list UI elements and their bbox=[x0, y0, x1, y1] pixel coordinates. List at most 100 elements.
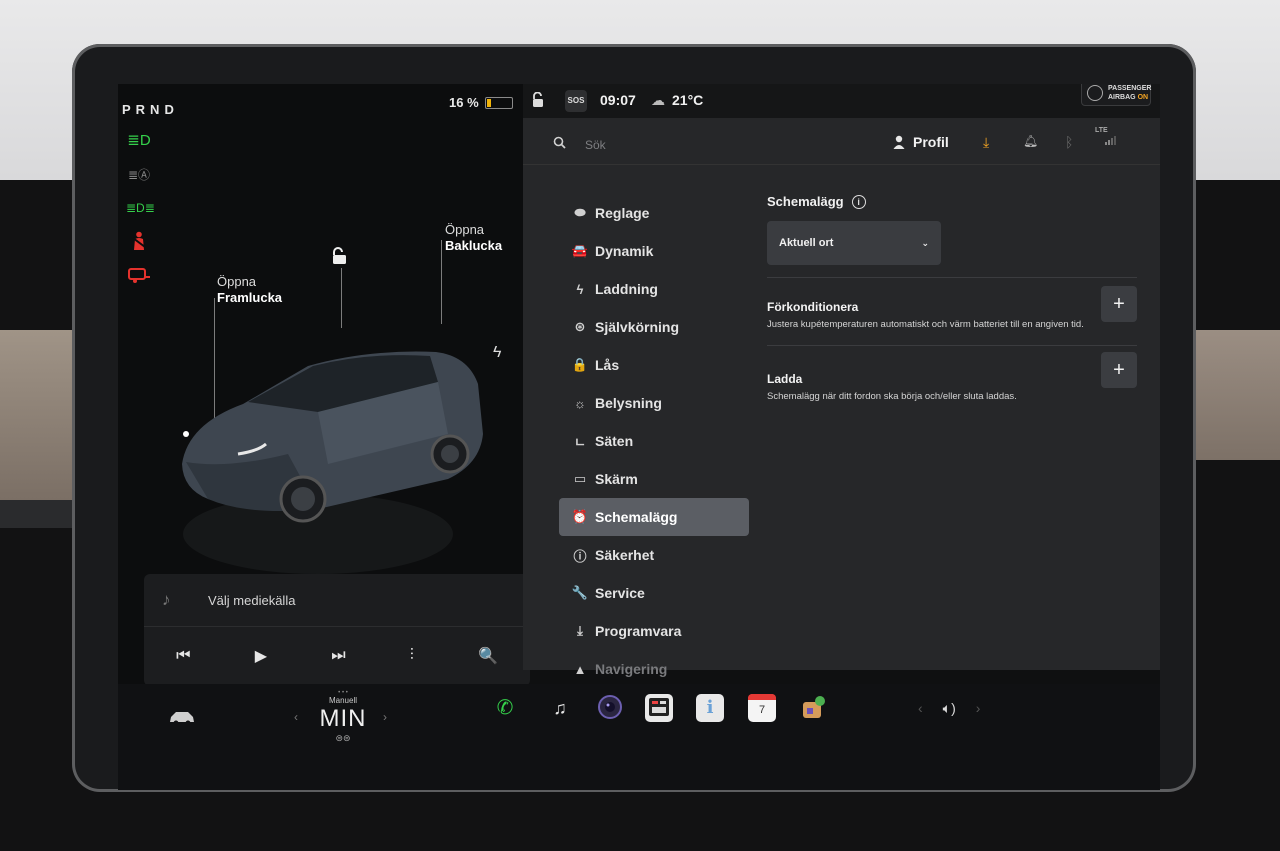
info-icon[interactable]: i bbox=[851, 194, 866, 209]
menu-item-service[interactable]: 🔧 Service bbox=[559, 574, 749, 612]
play-icon[interactable]: ▶ bbox=[255, 646, 267, 666]
car-model-image bbox=[182, 351, 483, 574]
trailer-warning-icon bbox=[126, 267, 152, 287]
media-controls: ⏮ ▶ ⏭ ⫶ 🔍 bbox=[144, 627, 530, 685]
passenger-airbag-indicator: PASSENGER AIRBAG ON bbox=[1081, 84, 1151, 106]
alert-icon: ⓘ bbox=[573, 548, 587, 564]
add-charge-schedule-button[interactable]: + bbox=[1101, 352, 1137, 388]
settings-menu: ⬬ Reglage 🚘 Dynamik ϟ Laddning ⊛ Självkörning 🔒 L… bbox=[559, 194, 749, 688]
menu-item-skärm[interactable]: ▭ Skärm bbox=[559, 460, 749, 498]
search-icon[interactable] bbox=[553, 136, 566, 152]
airbag-line1: PASSENGER bbox=[1108, 85, 1152, 92]
media-player: ♪ Välj mediekälla ⏮ ▶ ⏭ ⫶ 🔍 bbox=[144, 574, 530, 686]
wood-trim-right bbox=[1190, 330, 1280, 460]
menu-item-schemalägg[interactable]: ⏰ Schemalägg bbox=[559, 498, 749, 536]
seatbelt-warning-icon bbox=[126, 231, 152, 251]
music-icon[interactable]: ♫ bbox=[546, 694, 574, 722]
sos-button[interactable]: SOS bbox=[565, 90, 587, 112]
chevron-down-icon: ⌄ bbox=[921, 237, 929, 248]
camera-icon[interactable] bbox=[596, 694, 624, 722]
door-unlock-icon[interactable] bbox=[531, 91, 545, 113]
airbag-state: ON bbox=[1137, 94, 1149, 101]
download-icon[interactable]: ⤓ bbox=[983, 134, 989, 151]
lock-icon: 🔒 bbox=[571, 357, 589, 372]
person-icon bbox=[893, 135, 905, 149]
menu-item-lås[interactable]: 🔒 Lås bbox=[559, 346, 749, 384]
section-title: Schemalägg bbox=[767, 194, 844, 209]
menu-item-label: Lås bbox=[595, 357, 620, 373]
menu-item-belysning[interactable]: ☼ Belysning bbox=[559, 384, 749, 422]
settings-panel: SOS 09:07 ☁ 21°C PASSENGER AIRBAG ON Sök… bbox=[523, 84, 1160, 677]
bottom-bar: ‹ • • • Manuell MIN ⊜⊜ › ✆ ♫ i 7 ‹ 🔈︎) › bbox=[118, 684, 1160, 790]
menu-item-reglage[interactable]: ⬬ Reglage bbox=[559, 194, 749, 232]
seat-icon: ㄴ bbox=[574, 434, 586, 450]
volume-control: ‹ 🔈︎) › bbox=[918, 690, 980, 726]
menu-item-label: Belysning bbox=[595, 395, 662, 411]
menu-item-säkerhet[interactable]: ⓘ Säkerhet bbox=[559, 536, 749, 574]
search-input[interactable]: Sök bbox=[585, 138, 606, 152]
calendar-icon[interactable]: 7 bbox=[748, 694, 776, 722]
calendar-day: 7 bbox=[758, 704, 766, 716]
charge-schedule-description: Schemalägg när ditt fordon ska börja och… bbox=[767, 391, 1017, 402]
manual-info-icon[interactable]: i bbox=[696, 694, 724, 722]
bolt-icon: ϟ bbox=[576, 281, 584, 297]
charge-schedule-row: Ladda Schemalägg när ditt fordon ska bör… bbox=[767, 352, 1137, 403]
header-row: Sök Profil ⤓ 🔔︎ ᛒ LTE bbox=[523, 126, 1160, 165]
menu-item-label: Självkörning bbox=[595, 319, 680, 335]
precondition-row: Förkonditionera Justera kupétemperaturen… bbox=[767, 286, 1137, 331]
section-header: Schemalägg i bbox=[767, 194, 1137, 209]
speaker-icon[interactable]: 🔈︎) bbox=[943, 700, 956, 717]
car-panel: PRND ≣D ≣Ⓐ ≣D≣ 16 % Öppna Framlucka Öppn… bbox=[118, 84, 530, 686]
alarm-clock-icon: ⏰ bbox=[571, 509, 589, 524]
media-search-icon[interactable]: 🔍 bbox=[478, 646, 498, 666]
temperature-right-arrow[interactable]: › bbox=[383, 710, 387, 724]
weather-cloud-icon: ☁ bbox=[651, 92, 665, 108]
menu-item-label: Programvara bbox=[595, 623, 682, 639]
navigation-icon: ▲ bbox=[573, 661, 587, 677]
volume-left-arrow[interactable]: ‹ bbox=[918, 700, 923, 716]
toybox-icon[interactable] bbox=[645, 694, 673, 722]
sun-icon: ☼ bbox=[574, 395, 586, 411]
front-trunk-line1: Öppna bbox=[217, 274, 257, 289]
signal-strength-icon bbox=[1105, 132, 1117, 148]
profile-button[interactable]: Profil bbox=[893, 134, 949, 150]
display-icon: ▭ bbox=[573, 471, 587, 486]
volume-right-arrow[interactable]: › bbox=[976, 700, 981, 716]
outside-temperature: 21°C bbox=[672, 92, 704, 108]
menu-item-label: Service bbox=[595, 585, 645, 601]
menu-item-självkörning[interactable]: ⊛ Självkörning bbox=[559, 308, 749, 346]
menu-item-laddning[interactable]: ϟ Laddning bbox=[559, 270, 749, 308]
media-source-row[interactable]: ♪ Välj mediekälla bbox=[144, 574, 530, 627]
menu-item-säten[interactable]: ㄴ Säten bbox=[559, 422, 749, 460]
menu-item-label: Säkerhet bbox=[595, 547, 655, 563]
previous-track-icon[interactable]: ⏮ bbox=[176, 647, 190, 665]
climate-control[interactable]: • • • Manuell MIN ⊜⊜ bbox=[293, 690, 393, 744]
airbag-line2: AIRBAG bbox=[1108, 94, 1136, 101]
clock: 09:07 bbox=[600, 92, 636, 108]
car-icon[interactable] bbox=[168, 706, 196, 734]
battery-fill bbox=[486, 98, 491, 107]
status-bar: SOS 09:07 ☁ 21°C PASSENGER AIRBAG ON bbox=[523, 84, 1160, 118]
wrench-icon: 🔧 bbox=[571, 585, 589, 600]
gear-indicator: PRND bbox=[122, 102, 179, 117]
menu-item-dynamik[interactable]: 🚘 Dynamik bbox=[559, 232, 749, 270]
defrost-icon: ⊜⊜ bbox=[335, 733, 351, 743]
rear-trunk-button[interactable]: Öppna Baklucka bbox=[445, 222, 502, 254]
add-precondition-button[interactable]: + bbox=[1101, 286, 1137, 322]
bluetooth-icon[interactable]: ᛒ bbox=[1065, 134, 1073, 150]
equalizer-icon[interactable]: ⫶ bbox=[410, 647, 414, 665]
apps-icon[interactable] bbox=[800, 694, 828, 722]
headlight-icon: ≣D bbox=[127, 132, 151, 149]
menu-item-navigering[interactable]: ▲ Navigering bbox=[559, 650, 749, 688]
unlock-icon[interactable] bbox=[330, 247, 348, 270]
next-track-icon[interactable]: ⏭ bbox=[331, 647, 345, 665]
menu-item-label: Reglage bbox=[595, 205, 650, 221]
phone-icon[interactable]: ✆ bbox=[491, 694, 519, 722]
notification-bell-icon[interactable]: 🔔︎ bbox=[1023, 134, 1038, 148]
charge-port-icon[interactable]: ϟ bbox=[493, 344, 501, 362]
location-dropdown[interactable]: Aktuell ort ⌄ bbox=[767, 221, 941, 265]
menu-item-label: Säten bbox=[595, 433, 634, 449]
location-dropdown-value: Aktuell ort bbox=[779, 237, 834, 249]
menu-item-programvara[interactable]: ⤓ Programvara bbox=[559, 612, 749, 650]
auto-highbeam-icon: ≣Ⓐ bbox=[127, 168, 151, 182]
